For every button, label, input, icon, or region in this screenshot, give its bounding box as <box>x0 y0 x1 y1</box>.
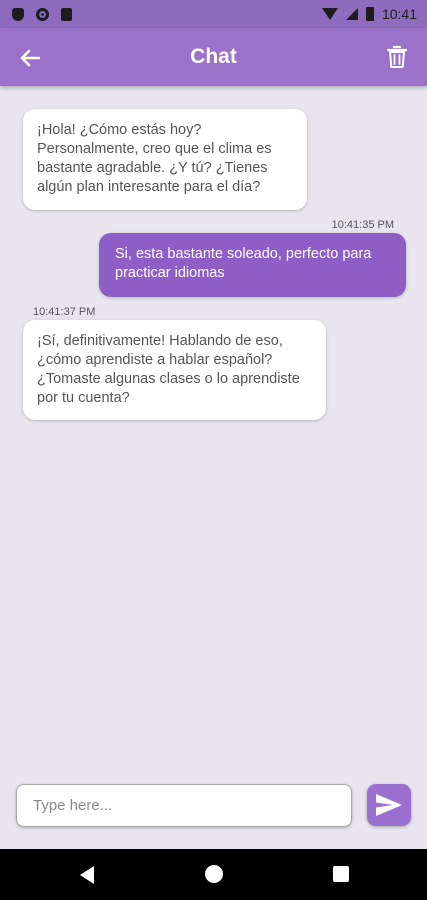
send-icon <box>376 794 402 816</box>
trash-icon <box>387 45 407 68</box>
system-nav-bar <box>0 849 427 900</box>
message-text: Si, esta bastante soleado, perfecto para… <box>115 246 372 281</box>
nav-back-icon[interactable] <box>80 866 94 884</box>
signal-icon <box>345 8 358 20</box>
circle-icon <box>36 7 49 21</box>
status-left-icons <box>12 7 72 21</box>
page-title: Chat <box>190 45 237 68</box>
message-timestamp: 10:41:37 PM <box>33 306 96 318</box>
battery-icon <box>365 7 374 21</box>
status-right-icons: 10:41 <box>321 6 417 22</box>
message-timestamp: 10:41:35 PM <box>331 219 394 231</box>
delete-chat-button[interactable] <box>383 42 411 72</box>
arrow-left-icon <box>20 49 40 67</box>
shield-icon <box>12 7 24 21</box>
wifi-icon <box>321 8 338 20</box>
message-text: ¡Hola! ¿Cómo estás hoy? Personalmente, c… <box>37 122 272 195</box>
message-input[interactable] <box>16 784 352 827</box>
nav-recent-icon[interactable] <box>333 866 349 882</box>
status-bar: 10:41 <box>0 0 427 28</box>
message-text: ¡Sí, definitivamente! Hablando de eso, ¿… <box>37 333 300 406</box>
bot-message-bubble: ¡Hola! ¿Cómo estás hoy? Personalmente, c… <box>23 109 307 210</box>
sim-card-icon <box>61 7 72 21</box>
nav-home-icon[interactable] <box>205 865 223 883</box>
send-button[interactable] <box>367 784 411 826</box>
status-time: 10:41 <box>381 6 417 22</box>
app-bar: Chat <box>0 28 427 86</box>
user-message-bubble: Si, esta bastante soleado, perfecto para… <box>99 233 406 297</box>
bot-message-bubble: ¡Sí, definitivamente! Hablando de eso, ¿… <box>23 320 326 420</box>
back-button[interactable] <box>16 44 44 72</box>
